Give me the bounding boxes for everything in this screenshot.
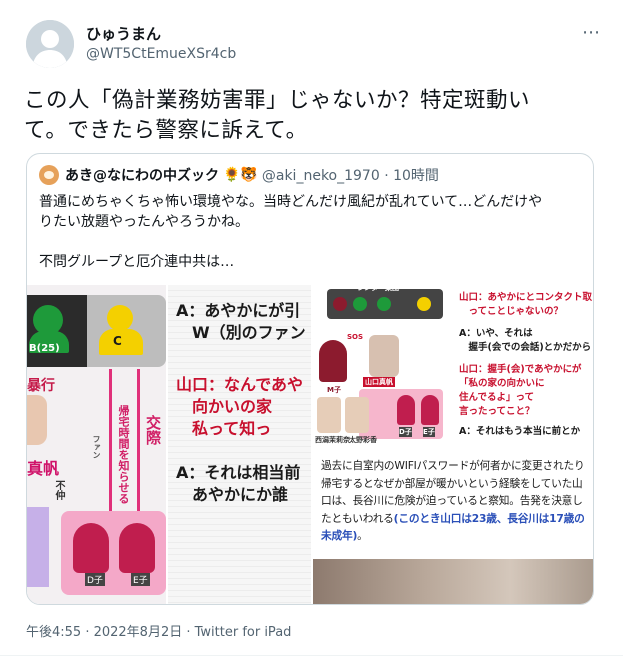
media-image-transcript-2[interactable]: 山口：あやかにとコンタクト取ってる ってことじゃないの？ A：いや、それは 握手… — [455, 285, 593, 445]
quoted-text-line: 不問グループと厄介連中共は… — [39, 254, 235, 270]
tweet-text: この人「偽計業務妨害罪」じゃないか？特定斑動い て。できたら警察に訴えて。 — [24, 86, 596, 146]
tweet: ひゅうまん @WT5CtEmueXSr4cb ⋯ この人「偽計業務妨害罪」じゃな… — [0, 0, 623, 660]
transcript-line: A：それは相当前 — [176, 463, 301, 482]
media-image-caption[interactable]: 過去に自室内のWIFIパスワードが何者かに変更されたり帰宅するとなぜか部屋が暖か… — [313, 447, 593, 604]
person-d-label: D子 — [85, 573, 105, 586]
person-e-figure — [119, 523, 155, 573]
quoted-tweet-header: あき@なにわの中ズック 🌻🐯 @aki_neko_1970 · 10時間 — [39, 165, 439, 185]
person-d-label: D子 — [399, 427, 412, 437]
person-e-label: E子 — [131, 573, 150, 586]
caption-end: 。 — [357, 529, 368, 542]
transcript-line: 「私の家の向かいに — [459, 378, 545, 389]
mahoro-label: 真帆 — [27, 459, 60, 478]
quoted-text-line: りたい放題やったんやろうかね。 — [39, 214, 249, 230]
member-name: 西潟茉莉奈 — [315, 436, 350, 444]
mini-figure — [417, 297, 431, 311]
display-name[interactable]: ひゅうまん — [86, 24, 236, 44]
tweet-text-line: て。できたら警察に訴えて。 — [24, 118, 308, 143]
fuwa-label: 不仲 — [53, 480, 64, 500]
transcript-line: A：それはもう本当に前とか — [459, 426, 581, 437]
member-photo — [317, 397, 341, 433]
transcript-line: ってことじゃないの？ — [459, 306, 564, 317]
author-info: ひゅうまん @WT5CtEmueXSr4cb — [86, 24, 236, 64]
transcript-line: 言ったってこと？ — [459, 406, 535, 417]
default-avatar-icon — [26, 20, 74, 68]
arrow-line — [137, 369, 140, 517]
person-b-label: B(25) — [29, 343, 60, 354]
transcript-line: 握手(会での会話)とかだから — [459, 342, 592, 353]
photo-strip — [313, 559, 593, 604]
arrow-line — [109, 369, 112, 517]
tweet-timestamp[interactable]: 午後4:55 · 2022年8月2日 · Twitter for iPad — [26, 621, 291, 640]
transcript-line: 向かいの家 — [176, 397, 273, 416]
transcript-line: 山口：握手(会)であやかにが — [459, 364, 582, 375]
transcript-line: 住んでるよ」って — [459, 392, 535, 403]
quoted-tweet[interactable]: あき@なにわの中ズック 🌻🐯 @aki_neko_1970 · 10時間 普通に… — [26, 153, 594, 605]
media-image-transcript[interactable]: A：あやかにが引 W（別のファン 山口：なんであや 向かいの家 私って知っ A：… — [168, 285, 311, 604]
yamaguchi-label: 山口真帆 — [363, 377, 395, 387]
assault-label: 暴行 — [27, 378, 55, 394]
transcript-line: あやかにか誰 — [176, 485, 289, 504]
quoted-name-emoji: 🌻🐯 — [223, 167, 258, 183]
avatar[interactable] — [26, 20, 74, 68]
user-handle[interactable]: @WT5CtEmueXSr4cb — [86, 44, 236, 64]
quoted-avatar — [39, 165, 59, 185]
media-grid[interactable]: B(25) C 暴行 真帆 不仲 帰宅時間を知らせる 交際 ファン D子 E子 — [27, 285, 593, 604]
person-m-label: M子 — [327, 386, 341, 394]
caption-text: 過去に自室内のWIFIパスワードが何者かに変更されたり帰宅するとなぜか部屋が暖か… — [321, 457, 591, 545]
tweet-text-line: この人「偽計業務妨害罪」じゃないか？特定斑動い — [24, 88, 531, 113]
transcript-line: A：いや、それは — [459, 328, 533, 339]
photo-fragment — [27, 395, 47, 445]
person-d-figure — [73, 523, 109, 573]
vertical-label: 帰宅時間を知らせる — [117, 405, 130, 504]
quoted-display-name: あき@なにわの中ズック — [65, 168, 219, 184]
vertical-label: 交際 — [144, 415, 162, 445]
diagram-header-label: レンター集団 — [357, 285, 399, 292]
person-e-figure — [421, 395, 439, 425]
mini-figure — [333, 297, 347, 311]
member-photo — [345, 397, 369, 433]
transcript-line: 山口：なんであや — [176, 375, 304, 394]
transcript-line: W（別のファン — [176, 323, 306, 342]
member-name: 太野彩香 — [349, 436, 377, 444]
transcript-line: 山口：あやかにとコンタクト取ってる — [459, 292, 593, 303]
quoted-handle-time: @aki_neko_1970 · 10時間 — [261, 168, 439, 184]
mini-figure — [377, 297, 391, 311]
mini-figure — [353, 297, 367, 311]
more-options-icon[interactable]: ⋯ — [582, 22, 601, 43]
media-image-diagram[interactable]: レンター集団 M子 SOS 山口真帆 西潟茉莉奈 太野彩香 D子 E子 — [313, 285, 453, 445]
quoted-text-line: 普通にめちゃくちゃ怖い環境やな。当時どんだけ風紀が乱れていて…どんだけや — [39, 194, 543, 210]
divider — [0, 655, 623, 656]
person-c-label: C — [113, 334, 122, 348]
lavender-block — [27, 507, 49, 587]
person-e-label: E子 — [423, 427, 435, 437]
transcript-line: A：あやかにが引 — [176, 301, 301, 320]
sos-label: SOS — [347, 333, 364, 341]
person-d-figure — [397, 395, 415, 425]
person-c-head — [107, 305, 133, 331]
yamaguchi-photo — [369, 335, 399, 377]
fan-label: ファン — [92, 435, 101, 459]
person-m-figure — [319, 340, 347, 382]
transcript-line: 私って知っ — [176, 419, 272, 438]
quoted-tweet-text: 普通にめちゃくちゃ怖い環境やな。当時どんだけ風紀が乱れていて…どんだけや りたい… — [39, 192, 583, 272]
media-image-relationship-chart[interactable]: B(25) C 暴行 真帆 不仲 帰宅時間を知らせる 交際 ファン D子 E子 — [27, 285, 166, 604]
